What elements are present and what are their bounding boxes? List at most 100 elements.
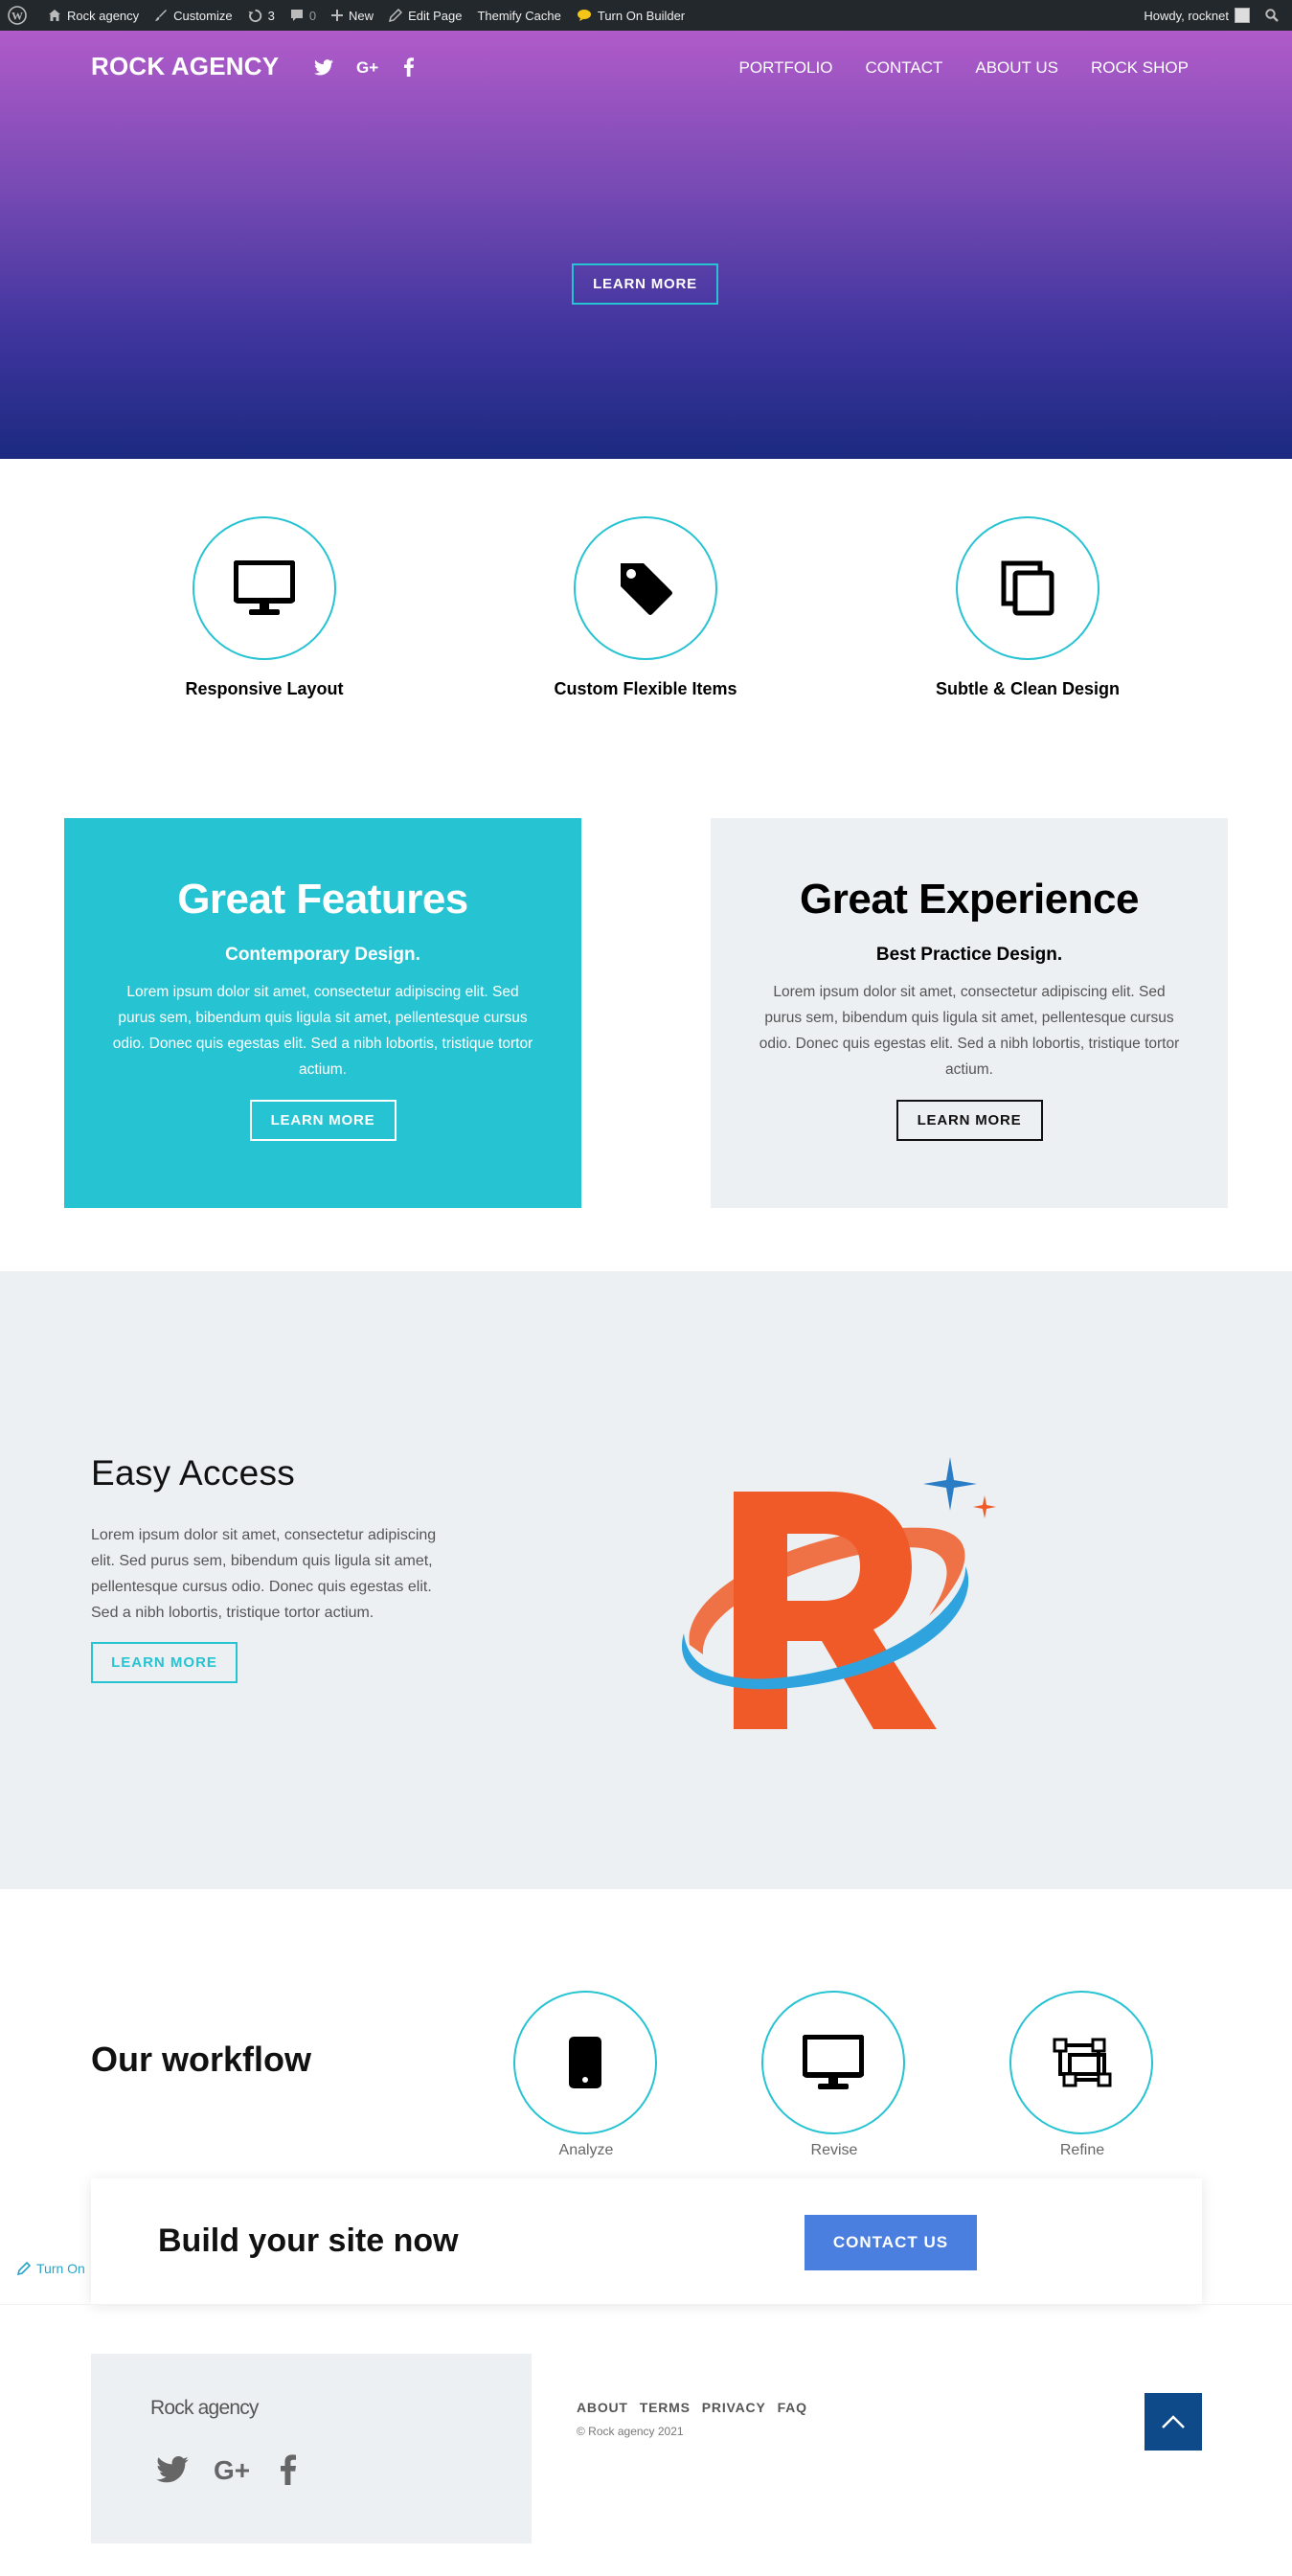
- google-plus-icon[interactable]: G+: [356, 59, 381, 75]
- turn-on-builder-link[interactable]: Turn On: [17, 2261, 85, 2276]
- card-title: Great Experience: [800, 876, 1139, 923]
- footer-link-privacy[interactable]: PRIVACY: [702, 2400, 766, 2415]
- feature-icon-circle: [574, 516, 717, 660]
- footer-link-terms[interactable]: TERMS: [640, 2400, 691, 2415]
- footer-divider: [0, 2304, 1292, 2305]
- vector-icon: [1053, 2038, 1112, 2087]
- workflow-step-label: Refine: [1059, 2142, 1105, 2158]
- footer-link-about[interactable]: ABOUT: [577, 2400, 628, 2415]
- footer-brand-box: Rock agency G+: [91, 2354, 532, 2543]
- feature-icon-circle: [956, 516, 1099, 660]
- main-navigation: PORTFOLIO CONTACT ABOUT US ROCK SHOP: [739, 58, 1189, 78]
- admin-updates-count: 3: [267, 8, 275, 23]
- twitter-icon[interactable]: [314, 58, 333, 76]
- admin-bar: W Rock agency Customize 3 0 New Edit Pag…: [0, 0, 1292, 31]
- admin-search-icon[interactable]: [1258, 0, 1292, 31]
- admin-builder-label: Turn On Builder: [597, 8, 686, 23]
- card-great-features: Great Features Contemporary Design. Lore…: [64, 818, 581, 1208]
- chevron-up-icon: [1162, 2415, 1185, 2428]
- card-learn-more-button[interactable]: LEARN MORE: [895, 1100, 1043, 1141]
- admin-customize-link[interactable]: Customize: [147, 0, 239, 31]
- workflow-step-label: Analyze: [558, 2142, 614, 2158]
- card-text: Lorem ipsum dolor sit amet, consectetur …: [112, 984, 533, 1078]
- google-plus-icon[interactable]: G+: [214, 2456, 256, 2483]
- admin-account-link[interactable]: Howdy, rocknet: [1136, 0, 1258, 31]
- feature-icon-circle: [193, 516, 336, 660]
- svg-text:G+: G+: [214, 2456, 250, 2483]
- contact-us-button[interactable]: CONTACT US: [805, 2215, 977, 2270]
- workflow-step-analyze: Analyze: [513, 1991, 659, 2159]
- card-text: Lorem ipsum dolor sit amet, consectetur …: [759, 984, 1180, 1078]
- phone-icon: [569, 2037, 601, 2088]
- comment-icon: [290, 10, 303, 21]
- access-title: Easy Access: [91, 1453, 296, 1493]
- admin-customize-label: Customize: [173, 8, 233, 23]
- facebook-icon[interactable]: [281, 2454, 296, 2485]
- footer-links: ABOUT TERMS PRIVACY FAQ: [577, 2400, 807, 2415]
- admin-site-label: Rock agency: [67, 8, 140, 23]
- admin-howdy-label: Howdy, rocknet: [1144, 8, 1229, 23]
- brush-icon: [155, 10, 168, 21]
- card-great-experience: Great Experience Best Practice Design. L…: [711, 818, 1228, 1208]
- workflow-icon-circle: [1009, 1991, 1153, 2134]
- access-text: Lorem ipsum dolor sit amet, consectetur …: [91, 1527, 437, 1621]
- feature-title: Subtle & Clean Design: [935, 679, 1121, 698]
- footer-brand[interactable]: Rock agency: [150, 2397, 259, 2420]
- back-to-top-button[interactable]: [1145, 2393, 1202, 2451]
- admin-edit-page-label: Edit Page: [408, 8, 463, 23]
- admin-site-link[interactable]: Rock agency: [40, 0, 147, 31]
- wordpress-logo-icon[interactable]: W: [0, 0, 40, 31]
- svg-text:W: W: [11, 10, 23, 23]
- builder-icon: [577, 10, 591, 21]
- monitor-icon: [234, 560, 295, 615]
- admin-updates-link[interactable]: 3: [240, 0, 283, 31]
- twitter-icon[interactable]: [156, 2456, 189, 2483]
- workflow-icon-circle: [761, 1991, 905, 2134]
- admin-new-link[interactable]: New: [324, 0, 381, 31]
- access-learn-more-button[interactable]: LEARN MORE: [91, 1642, 238, 1683]
- svg-text:G+: G+: [356, 59, 378, 75]
- workflow-icon-circle: [513, 1991, 657, 2134]
- feature-subtle-clean-design: Subtle & Clean Design: [884, 516, 1171, 699]
- admin-comments-link[interactable]: 0: [283, 0, 324, 31]
- hero-learn-more-button[interactable]: LEARN MORE: [572, 263, 718, 305]
- home-icon: [49, 10, 60, 21]
- cta-box: Build your site now CONTACT US: [91, 2178, 1202, 2304]
- nav-about-us[interactable]: ABOUT US: [975, 58, 1058, 78]
- admin-themify-cache-label: Themify Cache: [477, 8, 561, 23]
- easy-access-section: Easy Access Lorem ipsum dolor sit amet, …: [0, 1271, 1292, 1889]
- refresh-icon: [248, 9, 261, 22]
- copy-icon: [1001, 560, 1054, 616]
- plus-icon: [331, 10, 344, 21]
- card-subtitle: Best Practice Design.: [875, 945, 1063, 965]
- rock-r-logo-icon: [681, 1457, 996, 1729]
- nav-rock-shop[interactable]: ROCK SHOP: [1091, 58, 1189, 78]
- admin-comments-count: 0: [308, 8, 317, 23]
- pencil-icon: [17, 2262, 31, 2275]
- facebook-icon[interactable]: [404, 57, 414, 77]
- pencil-icon: [389, 9, 403, 22]
- feature-title: Custom Flexible Items: [554, 679, 737, 698]
- cta-title: Build your site now: [158, 2223, 459, 2259]
- feature-responsive-layout: Responsive Layout: [121, 516, 408, 699]
- footer-copyright: © Rock agency 2021: [577, 2425, 684, 2438]
- nav-contact[interactable]: CONTACT: [865, 58, 942, 78]
- feature-custom-flexible-items: Custom Flexible Items: [502, 516, 789, 699]
- workflow-step-refine: Refine: [1009, 1991, 1155, 2159]
- nav-portfolio[interactable]: PORTFOLIO: [739, 58, 833, 78]
- site-logo[interactable]: ROCK AGENCY: [91, 52, 279, 81]
- admin-edit-page-link[interactable]: Edit Page: [381, 0, 469, 31]
- workflow-step-label: Revise: [810, 2142, 858, 2158]
- tag-icon: [621, 563, 672, 615]
- card-learn-more-button[interactable]: LEARN MORE: [249, 1100, 397, 1141]
- admin-themify-cache-link[interactable]: Themify Cache: [469, 0, 568, 31]
- monitor-icon: [803, 2035, 864, 2089]
- admin-builder-link[interactable]: Turn On Builder: [569, 0, 692, 31]
- workflow-title: Our workflow: [91, 2040, 312, 2079]
- hero-social-links: G+: [314, 57, 414, 77]
- turn-on-label: Turn On: [36, 2261, 85, 2276]
- workflow-step-revise: Revise: [761, 1991, 907, 2159]
- hero-section: ROCK AGENCY G+ PORTFOLIO CONTACT ABOUT U…: [0, 31, 1292, 459]
- admin-new-label: New: [349, 8, 374, 23]
- footer-link-faq[interactable]: FAQ: [778, 2400, 807, 2415]
